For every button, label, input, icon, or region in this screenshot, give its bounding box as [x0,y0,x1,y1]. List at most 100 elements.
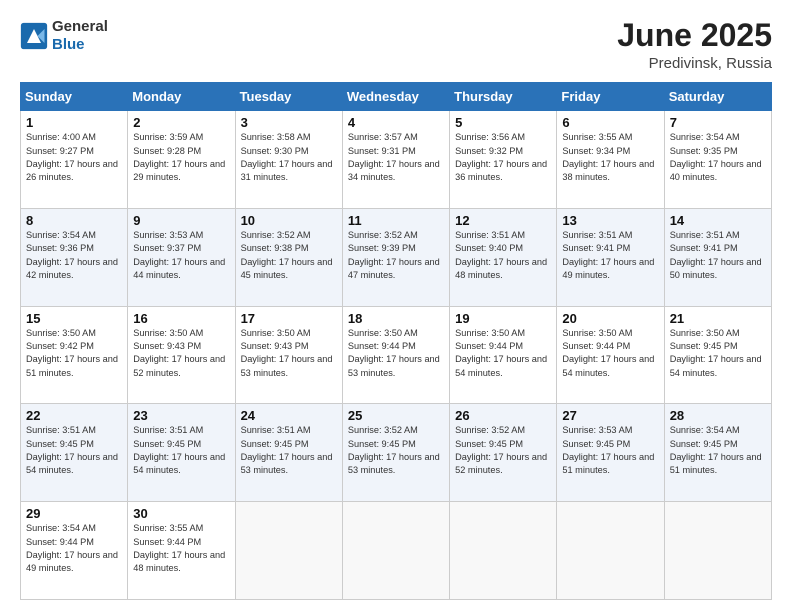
day-number: 23 [133,408,229,423]
day-info: Sunrise: 3:54 AM Sunset: 9:35 PM Dayligh… [670,131,766,184]
col-wednesday: Wednesday [342,83,449,111]
day-number: 11 [348,213,444,228]
day-info: Sunrise: 3:50 AM Sunset: 9:43 PM Dayligh… [241,327,337,380]
table-row: 29 Sunrise: 3:54 AM Sunset: 9:44 PM Dayl… [21,502,128,600]
day-info: Sunrise: 3:52 AM Sunset: 9:39 PM Dayligh… [348,229,444,282]
table-row: 16 Sunrise: 3:50 AM Sunset: 9:43 PM Dayl… [128,306,235,404]
day-number: 8 [26,213,122,228]
day-number: 6 [562,115,658,130]
day-number: 5 [455,115,551,130]
table-row [342,502,449,600]
day-info: Sunrise: 3:50 AM Sunset: 9:43 PM Dayligh… [133,327,229,380]
day-info: Sunrise: 3:50 AM Sunset: 9:44 PM Dayligh… [348,327,444,380]
day-number: 10 [241,213,337,228]
day-info: Sunrise: 3:52 AM Sunset: 9:45 PM Dayligh… [348,424,444,477]
table-row: 17 Sunrise: 3:50 AM Sunset: 9:43 PM Dayl… [235,306,342,404]
table-row: 24 Sunrise: 3:51 AM Sunset: 9:45 PM Dayl… [235,404,342,502]
day-number: 7 [670,115,766,130]
day-info: Sunrise: 3:50 AM Sunset: 9:44 PM Dayligh… [455,327,551,380]
table-row: 15 Sunrise: 3:50 AM Sunset: 9:42 PM Dayl… [21,306,128,404]
table-row: 21 Sunrise: 3:50 AM Sunset: 9:45 PM Dayl… [664,306,771,404]
table-row: 12 Sunrise: 3:51 AM Sunset: 9:40 PM Dayl… [450,208,557,306]
col-saturday: Saturday [664,83,771,111]
table-row: 5 Sunrise: 3:56 AM Sunset: 9:32 PM Dayli… [450,111,557,209]
day-info: Sunrise: 3:51 AM Sunset: 9:41 PM Dayligh… [562,229,658,282]
day-number: 25 [348,408,444,423]
day-info: Sunrise: 3:51 AM Sunset: 9:45 PM Dayligh… [133,424,229,477]
day-info: Sunrise: 3:53 AM Sunset: 9:37 PM Dayligh… [133,229,229,282]
table-row: 28 Sunrise: 3:54 AM Sunset: 9:45 PM Dayl… [664,404,771,502]
day-number: 13 [562,213,658,228]
day-number: 28 [670,408,766,423]
day-number: 18 [348,311,444,326]
day-number: 24 [241,408,337,423]
table-row: 3 Sunrise: 3:58 AM Sunset: 9:30 PM Dayli… [235,111,342,209]
day-info: Sunrise: 3:54 AM Sunset: 9:36 PM Dayligh… [26,229,122,282]
calendar-page: General Blue June 2025 Predivinsk, Russi… [0,0,792,612]
calendar-title: June 2025 [617,18,772,53]
day-info: Sunrise: 3:51 AM Sunset: 9:45 PM Dayligh… [26,424,122,477]
day-info: Sunrise: 3:57 AM Sunset: 9:31 PM Dayligh… [348,131,444,184]
day-number: 26 [455,408,551,423]
day-number: 3 [241,115,337,130]
calendar-table: Sunday Monday Tuesday Wednesday Thursday… [20,82,772,600]
table-row: 25 Sunrise: 3:52 AM Sunset: 9:45 PM Dayl… [342,404,449,502]
col-tuesday: Tuesday [235,83,342,111]
table-row [664,502,771,600]
day-info: Sunrise: 3:50 AM Sunset: 9:45 PM Dayligh… [670,327,766,380]
day-info: Sunrise: 3:56 AM Sunset: 9:32 PM Dayligh… [455,131,551,184]
table-row: 13 Sunrise: 3:51 AM Sunset: 9:41 PM Dayl… [557,208,664,306]
day-info: Sunrise: 3:54 AM Sunset: 9:44 PM Dayligh… [26,522,122,575]
logo-blue-text: Blue [52,36,85,53]
day-number: 16 [133,311,229,326]
day-info: Sunrise: 3:50 AM Sunset: 9:44 PM Dayligh… [562,327,658,380]
day-number: 17 [241,311,337,326]
day-info: Sunrise: 3:52 AM Sunset: 9:45 PM Dayligh… [455,424,551,477]
table-row: 26 Sunrise: 3:52 AM Sunset: 9:45 PM Dayl… [450,404,557,502]
logo: General Blue [20,18,108,54]
day-info: Sunrise: 3:55 AM Sunset: 9:34 PM Dayligh… [562,131,658,184]
table-row: 9 Sunrise: 3:53 AM Sunset: 9:37 PM Dayli… [128,208,235,306]
day-number: 4 [348,115,444,130]
header: General Blue June 2025 Predivinsk, Russi… [20,18,772,72]
calendar-header-row: Sunday Monday Tuesday Wednesday Thursday… [21,83,772,111]
day-number: 27 [562,408,658,423]
logo-icon [20,22,48,50]
day-info: Sunrise: 3:50 AM Sunset: 9:42 PM Dayligh… [26,327,122,380]
col-sunday: Sunday [21,83,128,111]
day-number: 15 [26,311,122,326]
title-block: June 2025 Predivinsk, Russia [617,18,772,72]
table-row: 10 Sunrise: 3:52 AM Sunset: 9:38 PM Dayl… [235,208,342,306]
table-row: 19 Sunrise: 3:50 AM Sunset: 9:44 PM Dayl… [450,306,557,404]
table-row: 11 Sunrise: 3:52 AM Sunset: 9:39 PM Dayl… [342,208,449,306]
day-number: 22 [26,408,122,423]
logo-general-text: General [52,18,108,35]
calendar-location: Predivinsk, Russia [617,55,772,72]
table-row [557,502,664,600]
day-number: 19 [455,311,551,326]
day-info: Sunrise: 3:54 AM Sunset: 9:45 PM Dayligh… [670,424,766,477]
table-row: 8 Sunrise: 3:54 AM Sunset: 9:36 PM Dayli… [21,208,128,306]
table-row: 22 Sunrise: 3:51 AM Sunset: 9:45 PM Dayl… [21,404,128,502]
logo-text: General Blue [52,18,108,54]
day-info: Sunrise: 3:58 AM Sunset: 9:30 PM Dayligh… [241,131,337,184]
table-row: 14 Sunrise: 3:51 AM Sunset: 9:41 PM Dayl… [664,208,771,306]
table-row: 20 Sunrise: 3:50 AM Sunset: 9:44 PM Dayl… [557,306,664,404]
day-number: 20 [562,311,658,326]
day-number: 14 [670,213,766,228]
day-info: Sunrise: 3:51 AM Sunset: 9:40 PM Dayligh… [455,229,551,282]
day-number: 9 [133,213,229,228]
table-row [450,502,557,600]
table-row: 2 Sunrise: 3:59 AM Sunset: 9:28 PM Dayli… [128,111,235,209]
table-row [235,502,342,600]
day-number: 2 [133,115,229,130]
table-row: 18 Sunrise: 3:50 AM Sunset: 9:44 PM Dayl… [342,306,449,404]
col-thursday: Thursday [450,83,557,111]
col-monday: Monday [128,83,235,111]
table-row: 1 Sunrise: 4:00 AM Sunset: 9:27 PM Dayli… [21,111,128,209]
day-number: 1 [26,115,122,130]
table-row: 23 Sunrise: 3:51 AM Sunset: 9:45 PM Dayl… [128,404,235,502]
table-row: 7 Sunrise: 3:54 AM Sunset: 9:35 PM Dayli… [664,111,771,209]
day-info: Sunrise: 3:51 AM Sunset: 9:45 PM Dayligh… [241,424,337,477]
col-friday: Friday [557,83,664,111]
